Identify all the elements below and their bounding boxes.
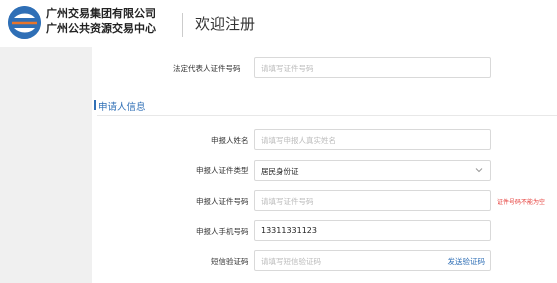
org-name-line1: 广州交易集团有限公司 xyxy=(46,7,156,20)
phone-label: 申报人手机号码 xyxy=(196,227,249,236)
id-type-label: 申报人证件类型 xyxy=(196,166,249,175)
id-number-input[interactable]: 请填写证件号码 xyxy=(254,190,491,211)
applicant-section-title: 申请人信息 xyxy=(98,102,146,113)
header-divider xyxy=(182,13,183,37)
id-type-value: 居民身份证 xyxy=(261,167,299,176)
legal-rep-id-placeholder: 请填写证件号码 xyxy=(261,64,314,73)
page-title: 欢迎注册 xyxy=(195,15,256,33)
section-accent-bar xyxy=(94,100,96,110)
id-number-placeholder: 请填写证件号码 xyxy=(261,197,314,206)
page-header: 广州交易集团有限公司 广州公共资源交易中心 欢迎注册 xyxy=(0,0,557,47)
legal-rep-id-input[interactable]: 请填写证件号码 xyxy=(254,57,491,78)
id-number-error-message: 证件号码不能为空 xyxy=(497,199,546,206)
applicant-name-placeholder: 请填写申报人真实姓名 xyxy=(261,136,336,145)
id-type-select[interactable]: 居民身份证 xyxy=(254,160,491,181)
applicant-name-input[interactable]: 请填写申报人真实姓名 xyxy=(254,129,491,150)
legal-rep-id-label: 法定代表人证件号码 xyxy=(173,64,241,73)
section-divider xyxy=(97,115,557,116)
phone-input[interactable]: 13311331123 xyxy=(254,220,491,241)
org-name-line2: 广州公共资源交易中心 xyxy=(46,22,156,35)
applicant-name-label: 申报人姓名 xyxy=(211,136,249,145)
phone-value: 13311331123 xyxy=(261,226,317,235)
sms-code-input[interactable]: 请填写短信验证码 发送验证码 xyxy=(254,250,491,271)
sms-code-label: 短信验证码 xyxy=(211,257,249,266)
sms-code-placeholder: 请填写短信验证码 xyxy=(261,257,321,266)
id-number-label: 申报人证件号码 xyxy=(196,197,249,206)
chevron-down-icon xyxy=(475,168,483,173)
logo-icon xyxy=(8,6,41,39)
send-sms-code-button[interactable]: 发送验证码 xyxy=(448,256,486,267)
organization-name: 广州交易集团有限公司 广州公共资源交易中心 xyxy=(46,6,156,36)
